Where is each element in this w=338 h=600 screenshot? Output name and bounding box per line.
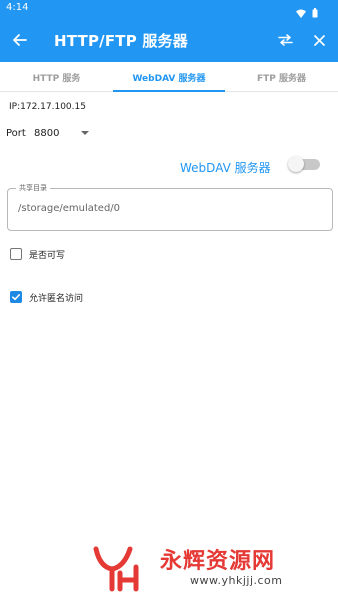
switch-thumb (288, 156, 304, 172)
tab-bar: HTTP 服务 WebDAV 服务器 FTP 服务器 (0, 62, 338, 92)
watermark-logo-icon (90, 543, 148, 597)
ip-address: IP:172.17.100.15 (9, 102, 86, 112)
swap-button[interactable] (274, 29, 296, 51)
writable-option[interactable]: 是否可写 (10, 246, 65, 262)
webdav-server-label: WebDAV 服务器 (180, 161, 271, 175)
status-bar: 4:14 (0, 0, 338, 18)
webdav-server-switch[interactable] (288, 156, 322, 172)
tab-label: WebDAV 服务器 (132, 73, 206, 84)
status-time: 4:14 (6, 2, 29, 13)
watermark-text: 永辉资源网 (160, 549, 276, 574)
writable-checkbox[interactable] (10, 248, 22, 260)
tab-label: FTP 服务器 (256, 73, 307, 84)
port-value: 8800 (34, 127, 60, 139)
tab-label: HTTP 服务 (32, 73, 81, 84)
page-title: HTTP/FTP 服务器 (54, 32, 188, 50)
tab-indicator (113, 90, 225, 92)
anonymous-access-checkbox[interactable] (10, 291, 22, 303)
shared-directory-input[interactable] (18, 203, 318, 214)
anonymous-access-label: 允许匿名访问 (29, 293, 84, 304)
toolbar: HTTP/FTP 服务器 (0, 18, 338, 62)
anonymous-access-option[interactable]: 允许匿名访问 (10, 289, 83, 305)
shared-directory-label: 共享目录 (16, 183, 50, 193)
tab-webdav[interactable]: WebDAV 服务器 (113, 62, 225, 92)
watermark: 永辉资源网 www.yhkjjj.com (90, 543, 330, 593)
dropdown-arrow-icon (81, 131, 89, 135)
tab-ftp[interactable]: FTP 服务器 (225, 62, 338, 92)
back-button[interactable] (8, 28, 32, 52)
close-icon (313, 31, 325, 50)
close-button[interactable] (308, 29, 330, 51)
arrow-back-icon (13, 31, 27, 50)
swap-arrows-icon (277, 31, 293, 50)
port-label: Port (6, 128, 26, 139)
watermark-url: www.yhkjjj.com (190, 574, 283, 587)
tab-http[interactable]: HTTP 服务 (0, 62, 113, 92)
port-dropdown[interactable]: 8800 (34, 124, 96, 142)
shared-directory-field[interactable]: 共享目录 (7, 183, 333, 231)
writable-label: 是否可写 (29, 250, 66, 261)
